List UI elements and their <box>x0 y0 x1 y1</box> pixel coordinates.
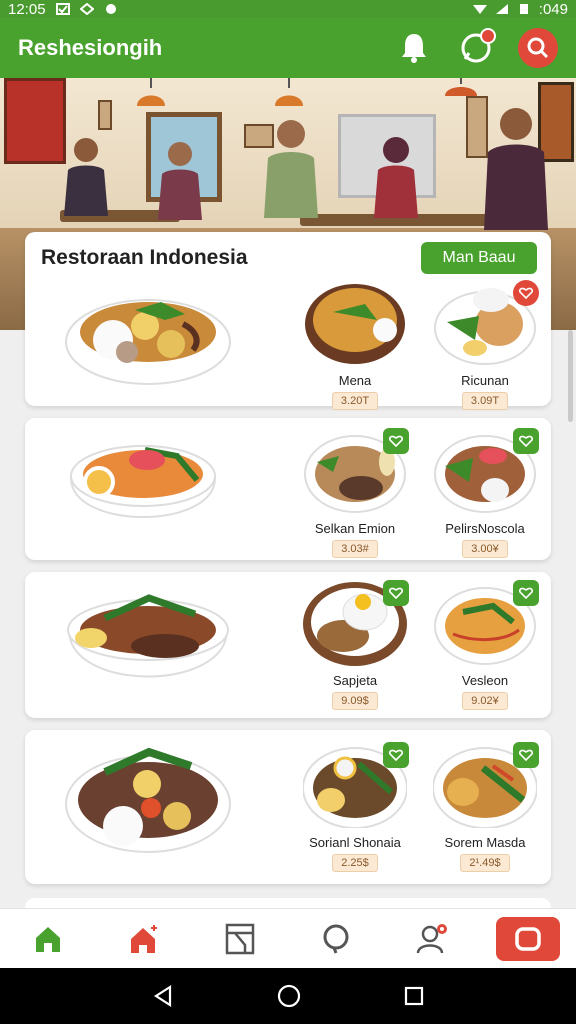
favorite-badge[interactable] <box>513 280 539 306</box>
dish-name: Mena <box>338 373 372 388</box>
battery-level: :049 <box>538 0 568 18</box>
nav-cart[interactable] <box>496 916 560 961</box>
heart-icon <box>519 749 533 762</box>
dot-icon <box>105 4 116 14</box>
favorite-badge[interactable] <box>513 428 539 454</box>
bottom-navigation <box>0 908 576 968</box>
dish-price: 2.25$ <box>332 854 378 872</box>
dish-item[interactable]: Sorianl Shonaia 2.25$ <box>302 742 409 872</box>
dish-image <box>305 284 405 364</box>
dish-item[interactable]: PelirsNoscola 3.00¥ <box>433 428 539 558</box>
dish-price: 3.09T <box>461 392 509 410</box>
dish-name: PelirsNoscola <box>445 521 525 536</box>
nav-home[interactable] <box>16 917 80 961</box>
dish-name: Vesleon <box>461 673 509 688</box>
back-icon[interactable] <box>152 985 174 1007</box>
dish-item[interactable]: Sorem Masda 2¹.49$ <box>432 742 539 872</box>
dish-name: Sorianl Shonaia <box>309 835 401 850</box>
dish-item[interactable]: Sapjeta 9.09$ <box>303 580 409 710</box>
heart-icon <box>519 587 533 600</box>
notification-dot <box>480 28 496 44</box>
cart-icon <box>515 926 541 951</box>
app-title: Reshesiongih <box>18 35 163 60</box>
favorite-badge[interactable] <box>383 742 409 768</box>
favorite-badge[interactable] <box>383 428 409 454</box>
nav-menu[interactable] <box>208 917 272 961</box>
dish-name: Ricunan <box>461 373 509 388</box>
restaurant-card-2[interactable]: Selkan Emion 3.03# PelirsNoscola 3.00¥ <box>25 418 551 560</box>
favorite-badge[interactable] <box>513 742 539 768</box>
dish-item[interactable]: Mena 3.20T <box>303 282 407 410</box>
home-icon <box>36 926 60 952</box>
dish-name: Sorem Masda <box>444 835 526 850</box>
home-circle-icon[interactable] <box>277 984 301 1008</box>
battery-icon <box>519 4 528 14</box>
dish-price: 9.02¥ <box>462 692 508 710</box>
status-bar: 12:05 :049 <box>0 0 576 18</box>
system-navigation-bar <box>0 968 576 1024</box>
dish-price: 3.00¥ <box>462 540 508 558</box>
heart-icon <box>389 749 403 762</box>
heart-icon <box>389 435 403 448</box>
heart-icon <box>519 287 533 300</box>
scrollbar[interactable] <box>568 330 573 422</box>
main-dish-image <box>65 299 231 385</box>
menu-board-icon <box>225 923 255 954</box>
check-icon <box>55 3 70 15</box>
dish-item[interactable]: Ricunan 3.09T <box>433 280 539 410</box>
comment-icon <box>323 924 349 954</box>
nav-reviews[interactable] <box>304 917 368 961</box>
main-dish-image <box>67 594 229 678</box>
signal-icon <box>495 4 508 14</box>
main-dish-image <box>65 747 231 853</box>
favorite-badge[interactable] <box>383 580 409 606</box>
restaurant-card-1[interactable]: Restoraan Indonesia Man Baau Mena 3.20T <box>25 232 551 410</box>
search-icon <box>527 37 549 59</box>
notifications-button[interactable] <box>394 28 434 68</box>
messages-button[interactable] <box>456 28 496 68</box>
dish-item[interactable]: Vesleon 9.02¥ <box>433 580 539 710</box>
favorite-badge[interactable] <box>513 580 539 606</box>
card-title: Restoraan Indonesia <box>41 246 248 269</box>
profile-icon <box>416 923 447 953</box>
bell-icon <box>402 34 426 63</box>
status-time: 12:05 <box>8 0 46 18</box>
dish-name: Selkan Emion <box>314 521 396 536</box>
main-dish-image <box>69 445 217 518</box>
dish-price: 3.03# <box>332 540 378 558</box>
nav-restaurants[interactable] <box>112 917 176 961</box>
nav-profile[interactable] <box>400 917 464 961</box>
diamond-icon <box>79 3 94 15</box>
dish-item[interactable]: Selkan Emion 3.03# <box>303 428 409 558</box>
restaurant-card-3[interactable]: Sapjeta 9.09$ Vesleon 9.02¥ <box>25 572 551 718</box>
search-button[interactable] <box>518 28 558 68</box>
dish-price: 9.09$ <box>332 692 378 710</box>
heart-icon <box>389 587 403 600</box>
dish-price: 3.20T <box>331 392 379 410</box>
restaurant-icon <box>131 924 157 953</box>
recents-icon[interactable] <box>404 986 424 1006</box>
app-bar: Reshesiongih <box>0 18 576 78</box>
dish-name: Sapjeta <box>332 673 378 688</box>
view-menu-button[interactable]: Man Baau <box>421 242 537 274</box>
dish-price: 2¹.49$ <box>460 854 510 872</box>
restaurant-card-4[interactable]: Sorianl Shonaia 2.25$ Sorem Masda 2¹.49$ <box>25 730 551 884</box>
heart-icon <box>519 435 533 448</box>
wifi-icon <box>472 5 487 14</box>
